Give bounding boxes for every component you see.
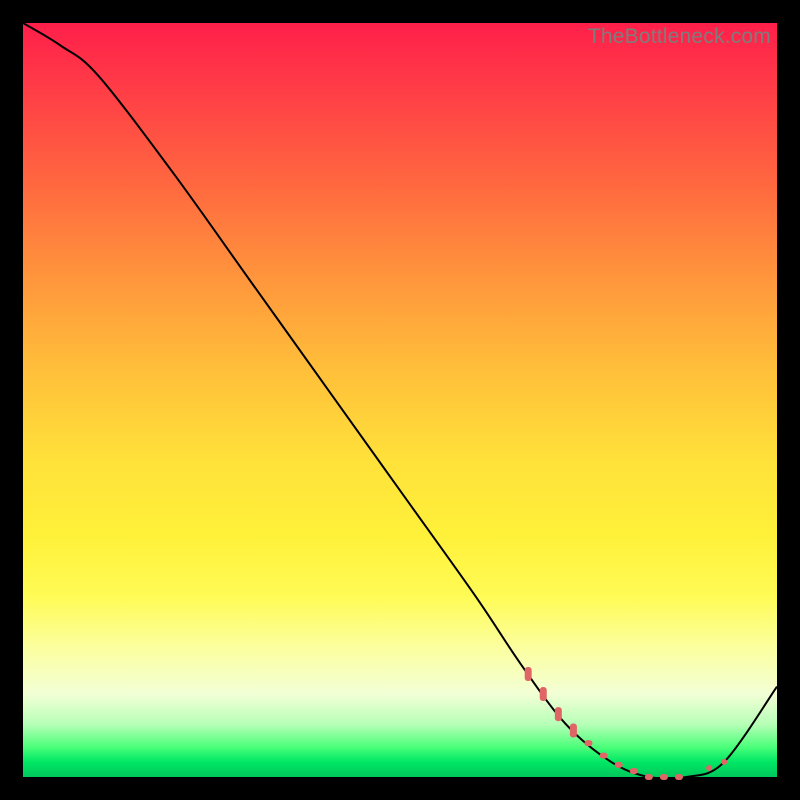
curve-group [23,23,777,779]
trough-marker [615,762,623,768]
trough-marker [570,724,577,738]
bottleneck-curve [23,23,777,779]
trough-marker [540,687,547,701]
trough-marker [645,774,653,780]
trough-marker [600,753,608,759]
trough-marker [525,667,532,681]
trough-marker [585,740,593,746]
trough-marker [555,707,562,721]
chart-area: TheBottleneck.com [23,23,777,777]
trough-marker [721,759,727,765]
trough-marker [630,768,638,774]
trough-marker [675,774,683,780]
dots-group [525,667,728,780]
chart-svg [23,23,777,777]
trough-marker [660,774,668,780]
trough-marker [706,765,712,771]
